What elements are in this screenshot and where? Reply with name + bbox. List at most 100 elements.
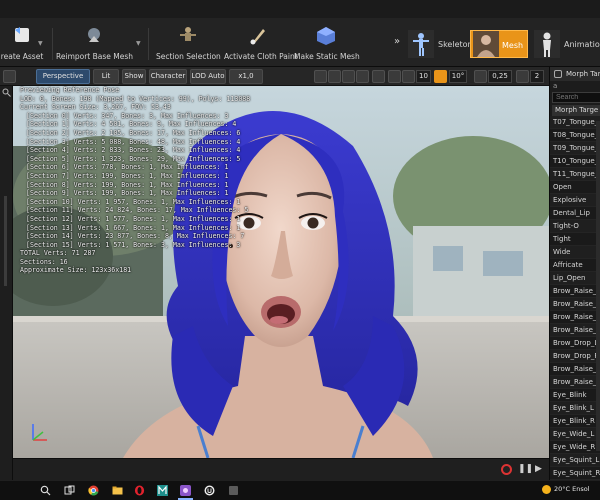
perspective-label: Perspective	[42, 72, 84, 80]
scale-icon[interactable]	[356, 70, 369, 83]
scale-snap-value[interactable]: 0,25	[488, 70, 512, 83]
make-static-mesh-button[interactable]: Make Static Mesh	[294, 24, 360, 64]
morph-target-tab-label: Morph Targ	[566, 70, 600, 78]
app-m-icon[interactable]	[157, 485, 168, 496]
camera-speed-icon[interactable]	[516, 70, 529, 83]
list-item[interactable]: Eye_Wide_L	[550, 428, 600, 441]
approximate-size: Approximate Size: 123x36x181	[20, 266, 132, 275]
playback-speed-label: x1,0	[238, 72, 254, 80]
list-item[interactable]: T07_Tongue_	[550, 116, 600, 129]
list-item[interactable]: Eye_Blink	[550, 389, 600, 402]
playback-speed-button[interactable]: x1,0	[229, 69, 263, 84]
list-item[interactable]: Explosive	[550, 194, 600, 207]
3d-viewport[interactable]: Previewing Reference Pose LOD: 0, Bones:…	[13, 86, 549, 458]
chrome-icon[interactable]	[88, 485, 99, 496]
panel-letter: a	[553, 82, 558, 90]
section-selection-button[interactable]: Section Selection	[156, 24, 221, 64]
list-item[interactable]: Brow_Raise_O	[550, 311, 600, 324]
create-asset-icon	[15, 27, 29, 42]
show-button[interactable]: Show	[122, 69, 146, 84]
list-item[interactable]: Eye_Squint_R	[550, 467, 600, 480]
lit-button[interactable]: Lit	[93, 69, 119, 84]
list-item[interactable]: Brow_Raise_In	[550, 298, 600, 311]
media-app-icon[interactable]	[180, 485, 191, 496]
morph-target-list: T07_Tongue_ T08_Tongue_W T09_Tongue_ T10…	[550, 116, 600, 480]
file-explorer-icon[interactable]	[112, 485, 123, 496]
perspective-button[interactable]: Perspective	[36, 69, 90, 84]
reimport-base-mesh-button[interactable]: Reimport Base Mesh	[56, 24, 133, 64]
lit-label: Lit	[101, 72, 111, 80]
activate-cloth-paint-button[interactable]: Activate Cloth Paint	[224, 24, 298, 64]
surface-snap-icon[interactable]	[388, 70, 401, 83]
list-item[interactable]: Brow_Raise_L	[550, 363, 600, 376]
search-icon[interactable]	[40, 485, 51, 496]
section-stat: [Section 8] Verts: 199, Bones: 1, Max In…	[26, 180, 229, 189]
grid-snap-icon[interactable]	[402, 70, 415, 83]
morph-target-tab[interactable]: Morph Targ	[550, 67, 600, 81]
morph-target-column-header[interactable]: Morph Targe	[552, 105, 600, 116]
morph-list-scrollbar[interactable]	[596, 121, 600, 451]
list-item[interactable]: T10_Tongue_	[550, 155, 600, 168]
toolbar-top-strip	[0, 0, 600, 18]
task-view-icon[interactable]	[64, 485, 75, 496]
search-icon[interactable]	[2, 88, 11, 97]
viewport-menu-icon[interactable]	[3, 70, 16, 83]
stats-line: Previewing Reference Pose	[20, 86, 120, 94]
list-item[interactable]: Brow_Raise_R	[550, 376, 600, 389]
create-asset-dropdown-icon[interactable]: ▼	[38, 40, 44, 47]
section-stat: [Section 1] Verts: 4 501, Bones: 9, Max …	[26, 120, 237, 129]
character-button[interactable]: Character	[149, 69, 187, 84]
grid-snap-value[interactable]: 10	[416, 70, 431, 83]
list-item[interactable]: T08_Tongue_W	[550, 129, 600, 142]
animation-mode-button[interactable]: Animation	[532, 30, 600, 58]
list-item[interactable]: T11_Tongue_	[550, 168, 600, 181]
list-item[interactable]: Eye_Squint_L	[550, 454, 600, 467]
mesh-mode-button[interactable]: Mesh	[470, 30, 528, 58]
make-static-mesh-label: Make Static Mesh	[294, 52, 360, 61]
record-button[interactable]	[501, 464, 512, 475]
list-item[interactable]: Eye_Blink_L	[550, 402, 600, 415]
section-stat: [Section 14] Verts: 23 877, Bones: 8, Ma…	[26, 232, 245, 241]
select-mode-icon[interactable]	[314, 70, 327, 83]
world-local-icon[interactable]	[372, 70, 385, 83]
list-item[interactable]: Eye_Blink_R	[550, 415, 600, 428]
weather-widget[interactable]: 20°C Ensol	[542, 485, 590, 494]
reimport-dropdown-icon[interactable]: ▼	[136, 40, 142, 47]
character-label: Character	[150, 72, 186, 80]
list-item[interactable]: Affricate	[550, 259, 600, 272]
rotation-snap-value[interactable]: 10°	[449, 70, 467, 83]
section-selection-label: Section Selection	[156, 52, 221, 61]
play-forward-icon[interactable]: ▶	[535, 464, 545, 475]
morph-search-input[interactable]	[552, 92, 600, 103]
skeleton-mode-button[interactable]: Skeleton	[406, 30, 473, 58]
list-item[interactable]: Wide	[550, 246, 600, 259]
list-item[interactable]: Tight-O	[550, 220, 600, 233]
overflow-chevron-icon[interactable]: »	[394, 30, 404, 58]
list-item[interactable]: Open	[550, 181, 600, 194]
scale-snap-icon[interactable]	[474, 70, 487, 83]
list-item[interactable]: T09_Tongue_	[550, 142, 600, 155]
animation-icon	[534, 30, 560, 58]
list-item[interactable]: Dental_Lip	[550, 207, 600, 220]
pause-icon[interactable]: ❚❚	[518, 464, 533, 475]
translate-icon[interactable]	[328, 70, 341, 83]
mesh-label: Mesh	[502, 41, 524, 50]
lod-auto-button[interactable]: LOD Auto	[190, 69, 226, 84]
rotate-icon[interactable]	[342, 70, 355, 83]
list-item[interactable]: Tight	[550, 233, 600, 246]
list-item[interactable]: Brow_Raise_O	[550, 324, 600, 337]
left-scrollbar[interactable]	[4, 196, 7, 286]
list-item[interactable]: Lip_Open	[550, 272, 600, 285]
weather-text: 20°C Ensol	[554, 485, 590, 493]
unreal-engine-icon[interactable]	[204, 485, 215, 496]
animation-label: Animation	[564, 40, 600, 49]
list-item[interactable]: Eye_Wide_R	[550, 441, 600, 454]
list-item[interactable]: Brow_Drop_R	[550, 350, 600, 363]
camera-speed-value[interactable]: 2	[530, 70, 544, 83]
opera-icon[interactable]	[134, 485, 145, 496]
list-item[interactable]: Brow_Drop_L	[550, 337, 600, 350]
total-verts: TOTAL Verts: 71 287	[20, 249, 96, 258]
list-item[interactable]: Brow_Raise_In	[550, 285, 600, 298]
app-icon[interactable]	[228, 485, 239, 496]
rotation-snap-icon[interactable]	[434, 70, 447, 83]
